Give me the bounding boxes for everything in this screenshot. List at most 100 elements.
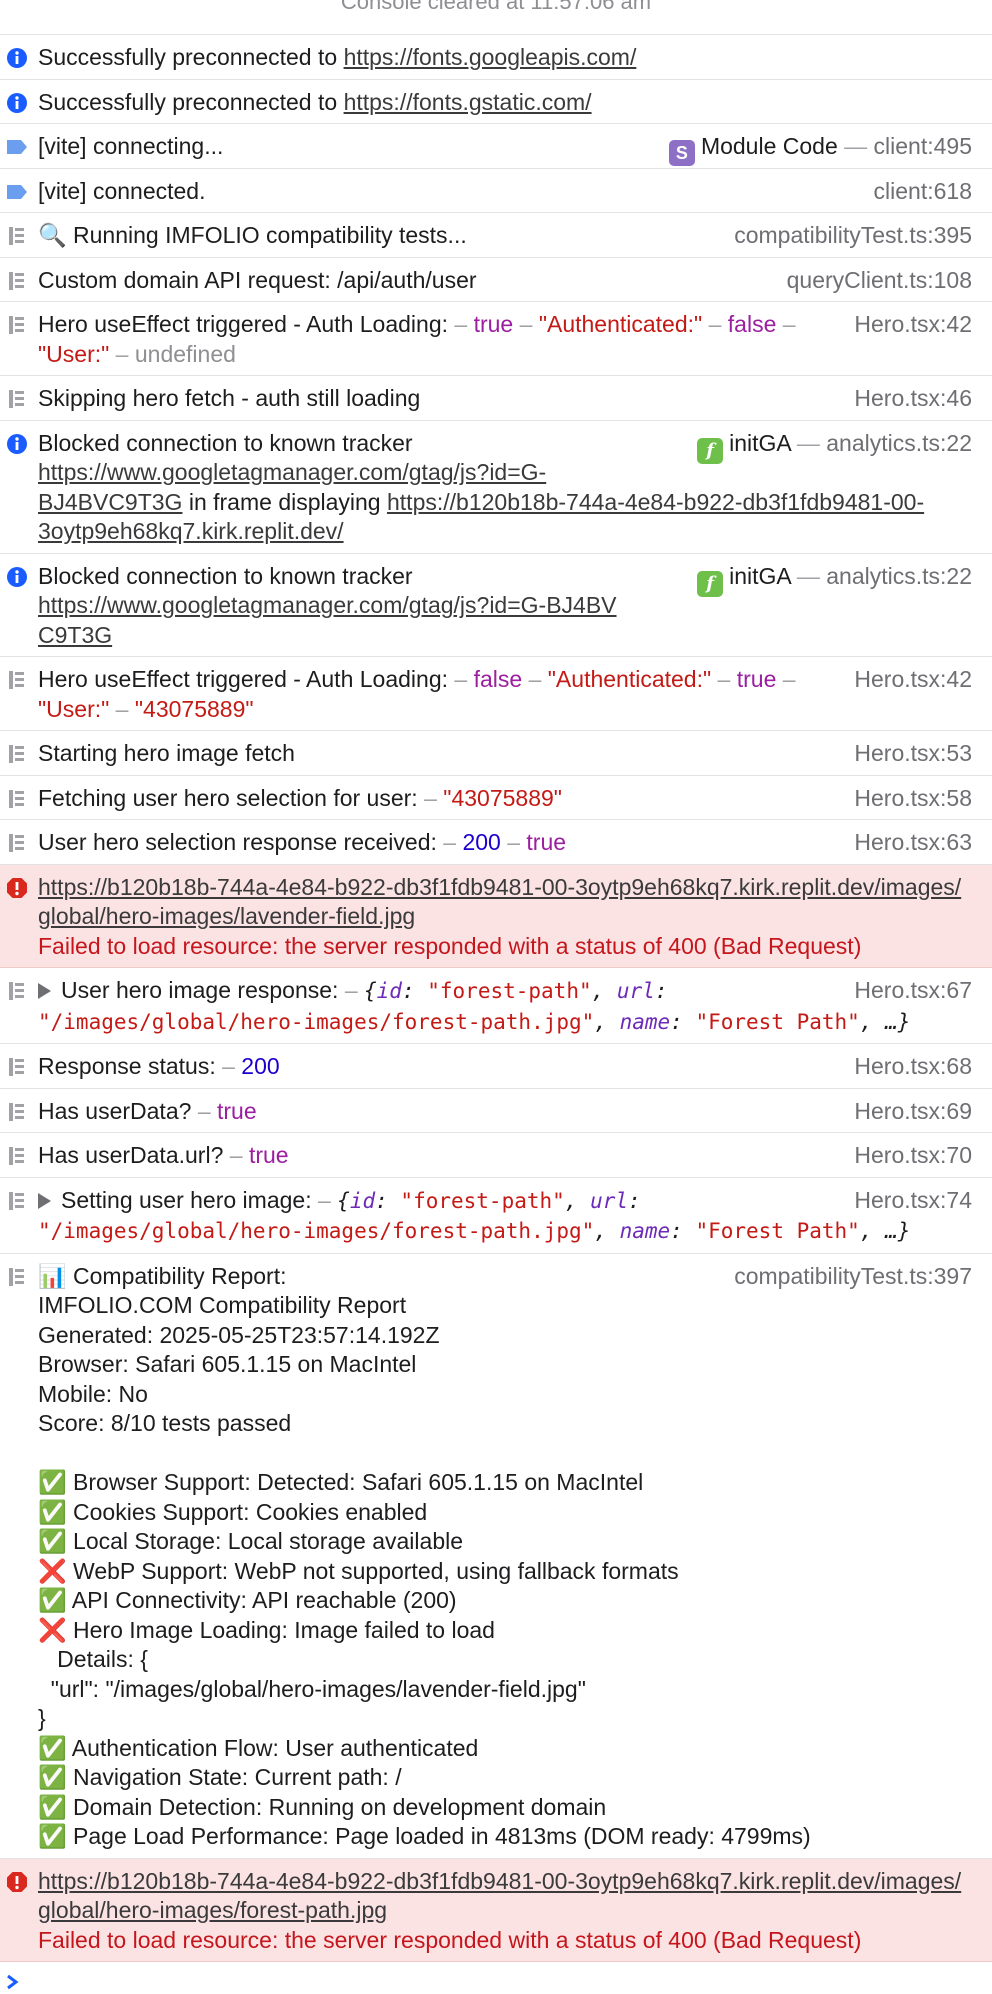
value-boolean: true — [217, 1097, 257, 1124]
console-message-log[interactable]: Hero.tsx:46 Skipping hero fetch - auth s… — [0, 376, 992, 421]
tracker-link[interactable]: https://www.googletagmanager.com/gtag/js… — [38, 591, 618, 650]
report-line: } — [38, 1705, 46, 1731]
debug-tag-icon — [7, 140, 27, 154]
object-value: "/images/global/hero-images/forest-path.… — [38, 1219, 595, 1243]
message-link[interactable]: https://fonts.gstatic.com/ — [344, 89, 592, 115]
resource-link[interactable]: https://b120b18b-744a-4e84-b922-db3f1fdb… — [38, 1868, 961, 1924]
object-key: name — [619, 1009, 671, 1034]
source-location[interactable]: compatibilityTest.ts:395 — [734, 221, 972, 251]
message-link[interactable]: https://fonts.googleapis.com/ — [344, 44, 637, 70]
source-location[interactable]: Hero.tsx:74 — [854, 1186, 972, 1216]
source-location[interactable]: Hero.tsx:58 — [854, 784, 972, 814]
function-badge-icon: f — [697, 570, 724, 597]
value-boolean: true — [736, 666, 777, 692]
message-text: Skipping hero fetch - auth still loading — [38, 385, 421, 411]
separator: – — [424, 784, 437, 811]
separator: – — [222, 1053, 235, 1079]
message-text: Has userData.url? — [38, 1142, 230, 1168]
console-message-log[interactable]: queryClient.ts:108 Custom domain API req… — [0, 258, 992, 302]
message-text: Fetching user hero selection for user: — [38, 784, 425, 811]
log-icon — [9, 316, 24, 334]
source-location[interactable]: Hero.tsx:63 — [854, 828, 972, 858]
source-location[interactable]: Hero.tsx:46 — [854, 384, 972, 414]
source-location[interactable]: Hero.tsx:53 — [854, 739, 972, 769]
console-message-error[interactable]: https://b120b18b-744a-4e84-b922-db3f1fdb… — [0, 1858, 992, 1962]
report-line: ❌ Hero Image Loading: Image failed to lo… — [38, 1616, 495, 1643]
source-location[interactable]: f initGA — analytics.ts:22 — [697, 429, 972, 464]
value-string: "User:" — [38, 695, 110, 722]
value-boolean: true — [473, 311, 514, 337]
object-key: id — [376, 979, 402, 1003]
console-message-log[interactable]: Hero.tsx:67 User hero image response: – … — [0, 968, 992, 1044]
console-message-log[interactable]: Hero.tsx:53 Starting hero image fetch — [0, 731, 992, 776]
message-text: Hero useEffect triggered - Auth Loading: — [38, 666, 455, 692]
console-message-debug[interactable]: S Module Code — client:495 [vite] connect… — [0, 124, 992, 169]
message-text: [vite] connected. — [38, 177, 206, 204]
source-location[interactable]: Hero.tsx:42 — [854, 665, 972, 695]
log-icon — [9, 271, 24, 290]
ellipsis: … — [885, 1009, 898, 1034]
value-number: 200 — [462, 829, 501, 855]
object-key: name — [619, 1219, 671, 1243]
console-message-log[interactable]: Hero.tsx:58 Fetching user hero selection… — [0, 776, 992, 820]
console-message-log[interactable]: compatibilityTest.ts:397 📊 Compatibility… — [0, 1254, 992, 1859]
separator: – — [782, 666, 796, 692]
report-line: Details: { — [38, 1646, 148, 1672]
report-line: ✅ API Connectivity: API reachable (200) — [38, 1587, 457, 1613]
report-line: Score: 8/10 tests passed — [38, 1410, 292, 1436]
source-location[interactable]: S Module Code — client:495 — [668, 132, 972, 166]
disclosure-triangle-icon[interactable] — [38, 983, 51, 999]
console-message-log[interactable]: Hero.tsx:42 Hero useEffect triggered - A… — [0, 657, 992, 731]
console-message-debug[interactable]: client:618 [vite] connected. — [0, 169, 992, 213]
console-message-log[interactable]: Hero.tsx:42 Hero useEffect triggered - A… — [0, 302, 992, 376]
console-message-info[interactable]: Successfully preconnected to https://fon… — [0, 35, 992, 80]
resource-link[interactable]: https://b120b18b-744a-4e84-b922-db3f1fdb… — [38, 874, 961, 930]
function-name: initGA — [729, 429, 791, 456]
source-location[interactable]: f initGA — analytics.ts:22 — [697, 562, 972, 597]
disclosure-triangle-icon[interactable] — [38, 1192, 51, 1209]
source-location[interactable]: Hero.tsx:67 — [854, 976, 972, 1006]
report-line: Browser: Safari 605.1.15 on MacIntel — [38, 1351, 417, 1377]
log-icon — [9, 671, 24, 689]
console-message-log[interactable]: Hero.tsx:68 Response status: – 200 — [0, 1044, 992, 1089]
source-location[interactable]: Hero.tsx:69 — [854, 1097, 972, 1127]
log-icon — [9, 390, 24, 408]
console-cleared-notice: Console cleared at 11:57:06 am — [0, 0, 992, 35]
value-string: "Authenticated:" — [547, 666, 712, 692]
source-file[interactable]: client:495 — [874, 133, 972, 159]
separator: – — [115, 695, 129, 722]
console-message-info[interactable]: f initGA — analytics.ts:22 Blocked connec… — [0, 554, 992, 657]
report-line: Mobile: No — [38, 1380, 148, 1407]
report-line: ✅ Cookies Support: Cookies enabled — [38, 1498, 428, 1525]
object-value: "forest-path" — [427, 979, 592, 1003]
console-message-log[interactable]: Hero.tsx:63 User hero selection response… — [0, 820, 992, 865]
module-badge-icon: S — [668, 140, 695, 166]
console-message-log[interactable]: Hero.tsx:74 Setting user hero image: – {… — [0, 1178, 992, 1254]
object-value: "forest-path" — [400, 1188, 565, 1213]
separator: – — [519, 311, 533, 337]
source-location[interactable]: client:618 — [874, 177, 972, 207]
log-icon — [9, 789, 24, 808]
object-key: url — [616, 979, 655, 1003]
source-location[interactable]: Hero.tsx:68 — [854, 1052, 972, 1082]
source-location[interactable]: queryClient.ts:108 — [787, 266, 972, 296]
error-icon — [7, 877, 27, 898]
separator: – — [528, 666, 542, 692]
value-string: "43075889" — [443, 784, 562, 811]
console-message-log[interactable]: Hero.tsx:69 Has userData? – true — [0, 1089, 992, 1133]
source-location[interactable]: compatibilityTest.ts:397 — [734, 1262, 972, 1292]
source-location[interactable]: Hero.tsx:42 — [854, 310, 972, 340]
log-icon — [9, 982, 24, 1000]
console-message-error[interactable]: https://b120b18b-744a-4e84-b922-db3f1fdb… — [0, 864, 992, 968]
source-file[interactable]: analytics.ts:22 — [826, 563, 972, 589]
log-icon — [9, 1191, 24, 1210]
log-icon — [9, 745, 24, 763]
source-location[interactable]: Hero.tsx:70 — [854, 1141, 972, 1171]
console-message-log[interactable]: compatibilityTest.ts:395 🔍 Running IMFOL… — [0, 213, 992, 258]
console-message-info[interactable]: Successfully preconnected to https://fon… — [0, 80, 992, 124]
console-prompt-icon[interactable] — [6, 1970, 20, 1990]
source-file[interactable]: analytics.ts:22 — [826, 430, 972, 456]
console-message-log[interactable]: Hero.tsx:70 Has userData.url? – true — [0, 1133, 992, 1178]
console-message-info[interactable]: f initGA — analytics.ts:22 Blocked connec… — [0, 421, 992, 554]
message-text: Hero useEffect triggered - Auth Loading: — [38, 311, 455, 337]
